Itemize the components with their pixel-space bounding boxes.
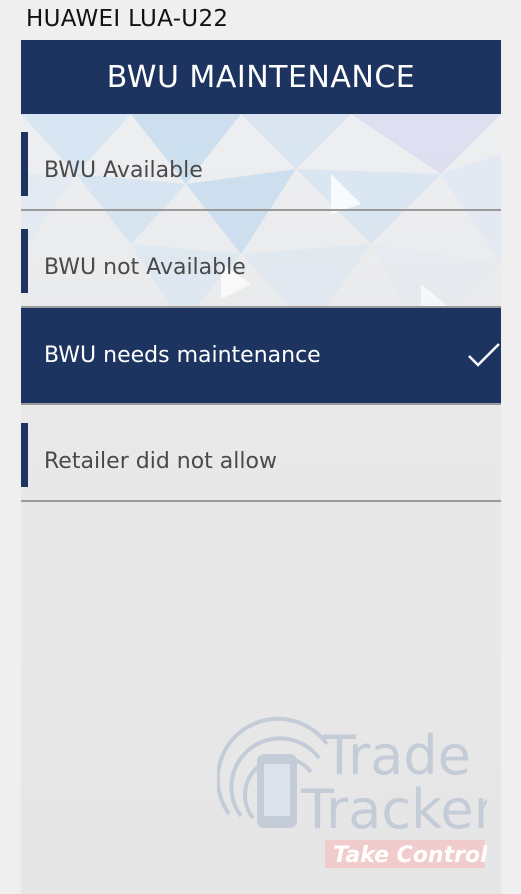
option-accent-bar	[21, 229, 28, 293]
option-label: BWU needs maintenance	[44, 343, 321, 368]
app-screen: BWU MAINTENANCE BWU Available BWU not Av…	[21, 40, 501, 894]
option-bwu-needs-maintenance[interactable]: BWU needs maintenance	[21, 308, 501, 405]
option-label: Retailer did not allow	[44, 449, 277, 474]
app-header: BWU MAINTENANCE	[21, 40, 501, 114]
option-accent-bar	[21, 423, 28, 487]
option-label: BWU not Available	[44, 255, 246, 280]
option-list: BWU Available BWU not Available BWU need…	[21, 114, 501, 502]
page-title: BWU MAINTENANCE	[106, 59, 416, 95]
option-label: BWU Available	[44, 158, 203, 183]
trade-tracker-logo: Trade Tracker Take Control	[217, 716, 487, 868]
option-accent-bar	[21, 132, 28, 196]
logo-line2: Tracker	[300, 778, 487, 841]
option-bwu-not-available[interactable]: BWU not Available	[21, 211, 501, 308]
checkmark-icon	[468, 343, 500, 367]
device-model-label: HUAWEI LUA-U22	[26, 6, 229, 32]
logo-tagline: Take Control	[333, 843, 487, 868]
option-retailer-did-not-allow[interactable]: Retailer did not allow	[21, 405, 501, 502]
option-bwu-available[interactable]: BWU Available	[21, 114, 501, 211]
